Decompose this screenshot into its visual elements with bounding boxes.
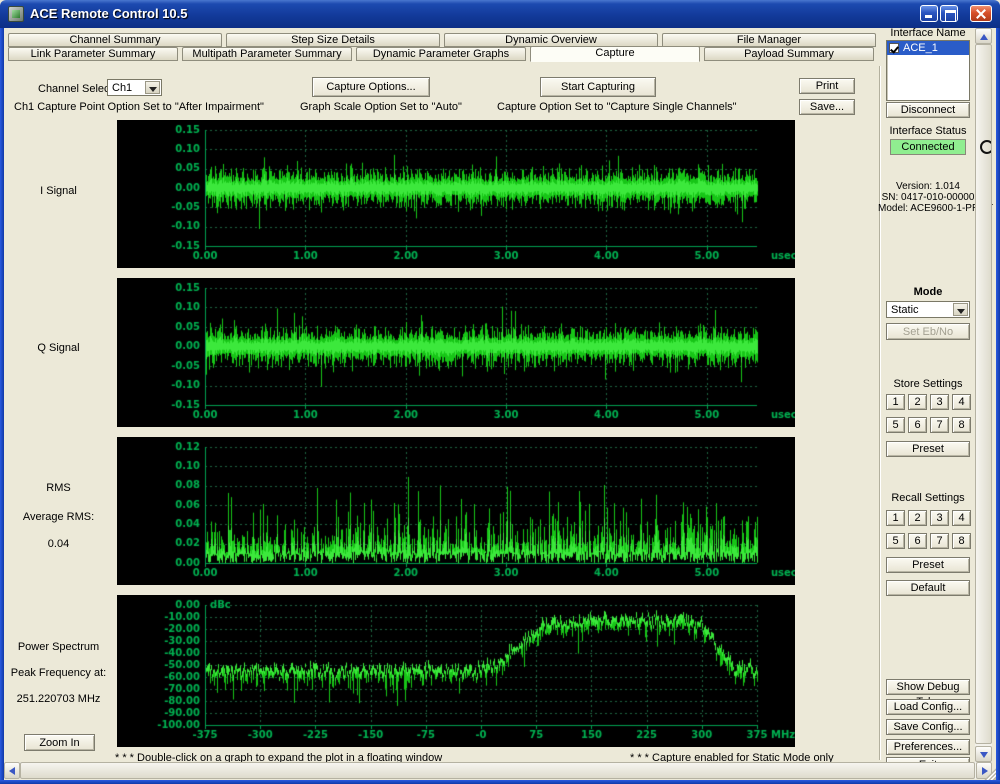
channel-select-value: Ch1 [112, 82, 132, 94]
tab-multipath-parameter-summary[interactable]: Multipath Parameter Summary [182, 47, 352, 61]
tab-dynamic-overview[interactable]: Dynamic Overview [444, 33, 658, 47]
set-ebno-button: Set Eb/No [886, 323, 970, 340]
recall-2-button[interactable]: 2 [908, 510, 927, 526]
disconnect-button[interactable]: Disconnect [886, 102, 970, 118]
store-preset-button[interactable]: Preset [886, 441, 970, 457]
sidebar-divider [879, 66, 881, 760]
preferences-button[interactable]: Preferences... [886, 739, 970, 755]
title-bar[interactable]: ACE Remote Control 10.5 [0, 0, 1000, 28]
store-3-button[interactable]: 3 [930, 394, 949, 410]
recall-5-button[interactable]: 5 [886, 533, 905, 549]
window-title: ACE Remote Control 10.5 [30, 6, 187, 21]
tab-step-size-details[interactable]: Step Size Details [226, 33, 440, 47]
status-badge: Connected [890, 139, 966, 155]
interface-name-label: Interface Name [878, 27, 978, 39]
power-spectrum-label: Power Spectrum [0, 641, 117, 653]
rms-label: RMS [0, 482, 117, 494]
mode-dropdown[interactable]: Static [886, 301, 970, 318]
recall-4-button[interactable]: 4 [952, 510, 971, 526]
checkbox-checked-icon[interactable] [889, 43, 899, 53]
store-8-button[interactable]: 8 [952, 417, 971, 433]
window-border-bottom [0, 780, 1000, 784]
interface-list[interactable]: ACE_1 [886, 40, 970, 101]
tab-link-parameter-summary[interactable]: Link Parameter Summary [8, 47, 178, 61]
status-capture-option: Capture Option Set to "Capture Single Ch… [497, 101, 737, 113]
app-icon [8, 6, 24, 22]
i-signal-plot[interactable] [117, 120, 795, 268]
scroll-down-button[interactable] [975, 746, 992, 762]
close-button[interactable] [970, 5, 992, 22]
resize-grip[interactable] [983, 767, 996, 780]
status-capture-point: Ch1 Capture Point Option Set to "After I… [14, 101, 264, 113]
status-graph-scale: Graph Scale Option Set to "Auto" [300, 101, 462, 113]
print-button[interactable]: Print [799, 78, 855, 94]
arrow-up-icon [980, 34, 988, 40]
activity-indicator-icon [980, 140, 991, 156]
recall-1-button[interactable]: 1 [886, 510, 905, 526]
store-2-button[interactable]: 2 [908, 394, 927, 410]
mode-label: Mode [878, 286, 978, 298]
vertical-scrollbar[interactable] [975, 28, 992, 762]
show-debug-tabs-button[interactable]: Show Debug Tabs [886, 679, 970, 695]
minimize-button[interactable] [920, 5, 938, 22]
save-config-button[interactable]: Save Config... [886, 719, 970, 735]
arrow-down-icon [980, 752, 988, 758]
recall-6-button[interactable]: 6 [908, 533, 927, 549]
tab-channel-summary[interactable]: Channel Summary [8, 33, 222, 47]
store-settings-label: Store Settings [878, 378, 978, 390]
store-5-button[interactable]: 5 [886, 417, 905, 433]
mode-value: Static [891, 304, 919, 316]
horizontal-scroll-thumb[interactable] [20, 762, 975, 779]
arrow-left-icon [9, 767, 15, 775]
model-text: Model: ACE9600-1-PROT [878, 203, 978, 214]
store-4-button[interactable]: 4 [952, 394, 971, 410]
rms-plot[interactable] [117, 437, 795, 585]
tab-payload-summary[interactable]: Payload Summary [704, 47, 874, 61]
chevron-down-icon [149, 87, 157, 92]
q-signal-plot[interactable] [117, 278, 795, 427]
maximize-button[interactable] [940, 5, 958, 22]
average-rms-value: 0.04 [0, 538, 117, 550]
tab-file-manager[interactable]: File Manager [662, 33, 876, 47]
power-spectrum-plot[interactable] [117, 595, 795, 747]
app-window: ACE Remote Control 10.5 Channel Summary … [0, 0, 1000, 784]
default-button[interactable]: Default [886, 580, 970, 596]
store-1-button[interactable]: 1 [886, 394, 905, 410]
tab-dynamic-parameter-graphs[interactable]: Dynamic Parameter Graphs [356, 47, 526, 61]
channel-select-dropdown[interactable]: Ch1 [107, 79, 162, 96]
window-border-left [0, 28, 4, 784]
store-7-button[interactable]: 7 [930, 417, 949, 433]
save-button[interactable]: Save... [799, 99, 855, 115]
capture-options-button[interactable]: Capture Options... [312, 77, 430, 97]
average-rms-label: Average RMS: [0, 511, 117, 523]
recall-settings-label: Recall Settings [878, 492, 978, 504]
recall-7-button[interactable]: 7 [930, 533, 949, 549]
interface-status-label: Interface Status [878, 125, 978, 137]
peak-frequency-value: 251.220703 MHz [0, 693, 117, 705]
version-text: Version: 1.014 [878, 181, 978, 192]
store-6-button[interactable]: 6 [908, 417, 927, 433]
recall-8-button[interactable]: 8 [952, 533, 971, 549]
start-capturing-button[interactable]: Start Capturing [540, 77, 656, 97]
load-config-button[interactable]: Load Config... [886, 699, 970, 715]
scroll-up-button[interactable] [975, 28, 992, 44]
chevron-down-icon [957, 309, 965, 314]
list-item-interface[interactable]: ACE_1 [887, 41, 969, 55]
channel-select-label: Channel Select: [38, 83, 116, 95]
recall-preset-button[interactable]: Preset [886, 557, 970, 573]
interface-name-value: ACE_1 [903, 42, 938, 54]
scroll-left-button[interactable] [4, 762, 20, 779]
tab-capture[interactable]: Capture [530, 46, 700, 62]
serial-text: SN: 0417-010-00000 [878, 192, 978, 203]
i-signal-label: I Signal [0, 185, 117, 197]
window-border-right [996, 28, 1000, 784]
peak-frequency-label: Peak Frequency at: [0, 667, 117, 679]
zoom-in-button[interactable]: Zoom In [24, 734, 95, 751]
recall-3-button[interactable]: 3 [930, 510, 949, 526]
q-signal-label: Q Signal [0, 342, 117, 354]
horizontal-scrollbar[interactable] [4, 762, 992, 779]
